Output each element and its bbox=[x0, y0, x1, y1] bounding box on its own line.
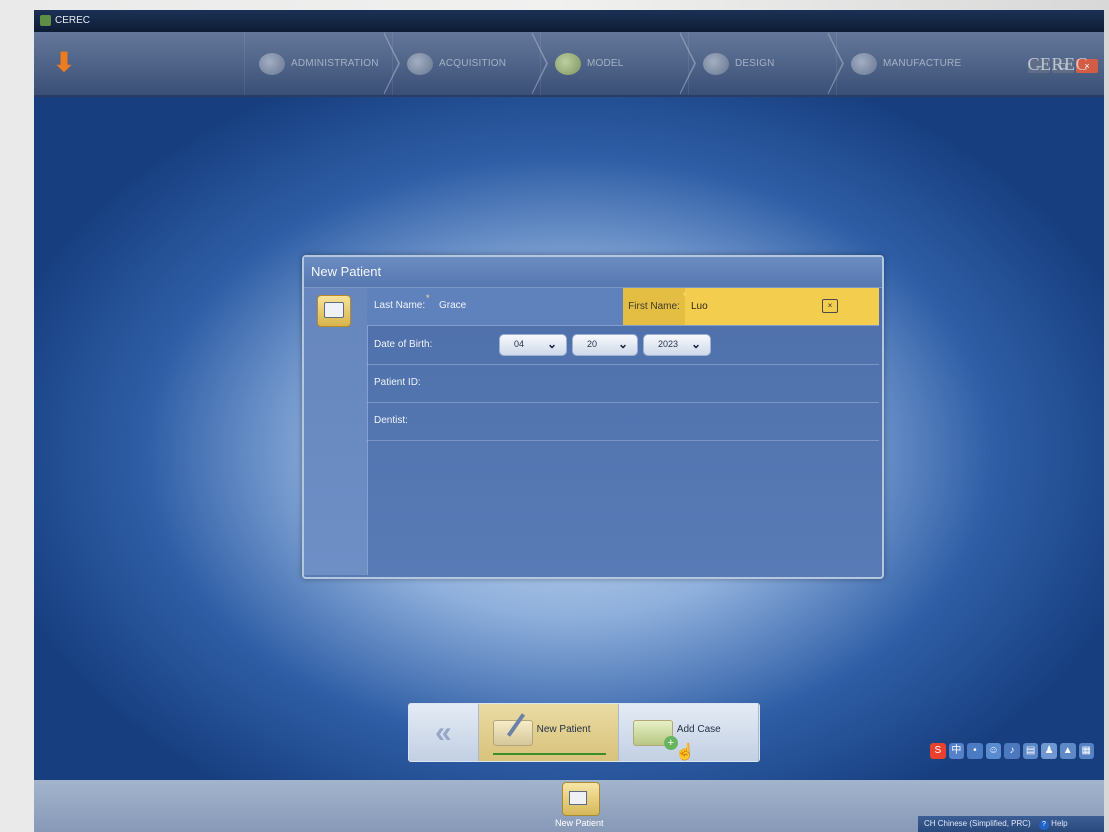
day-value: 20 bbox=[587, 339, 598, 349]
new-patient-icon bbox=[492, 720, 533, 746]
app-window: CEREC ⬇ ADMINISTRATION ACQUISITION MODEL bbox=[34, 10, 1104, 832]
help-icon[interactable]: ? bbox=[1038, 820, 1049, 830]
patient-card-icon bbox=[317, 295, 351, 327]
nav-step-design[interactable]: DESIGN bbox=[688, 32, 844, 95]
title-bar: CEREC bbox=[34, 10, 1104, 32]
administration-icon bbox=[259, 52, 285, 75]
dialog-sidebar bbox=[304, 288, 368, 575]
first-name-field-box[interactable]: First Name: * × bbox=[623, 288, 879, 325]
new-patient-label: New Patient bbox=[536, 724, 591, 735]
add-case-label: Add Case bbox=[676, 724, 721, 735]
acquisition-icon bbox=[407, 52, 433, 75]
clear-input-icon[interactable]: × bbox=[822, 299, 838, 313]
chinese-mode-icon[interactable]: 中 bbox=[948, 743, 965, 759]
dentist-label: Dentist: bbox=[374, 415, 408, 426]
toolbox-icon[interactable]: ▦ bbox=[1078, 743, 1095, 759]
back-button[interactable]: « bbox=[409, 704, 479, 761]
ime-toolbar: S 中 • ☺ ♪ ▤ ♟ ▲ ▦ bbox=[930, 742, 1095, 760]
date-of-birth-label: Date of Birth: bbox=[374, 339, 433, 350]
action-bar: « New Patient Add Case bbox=[408, 703, 760, 762]
nav-step-label: ADMINISTRATION bbox=[291, 58, 379, 69]
date-of-birth-row: Date of Birth: 04 ⌄ 20 ⌄ 2023 ⌄ bbox=[367, 327, 879, 365]
skin-icon[interactable]: ▲ bbox=[1059, 743, 1076, 759]
month-select[interactable]: 04 ⌄ bbox=[499, 334, 567, 356]
required-asterisk: * bbox=[426, 293, 430, 303]
keyboard-icon[interactable]: ▤ bbox=[1022, 743, 1039, 759]
dialog-title: New Patient bbox=[304, 257, 882, 288]
new-patient-dialog: New Patient Last Name: * Grace First Nam… bbox=[302, 255, 884, 579]
hand-cursor-icon: ☝ bbox=[675, 744, 695, 761]
chevron-down-icon: ⌄ bbox=[617, 337, 629, 351]
last-name-label: Last Name: bbox=[374, 300, 426, 311]
sogou-icon[interactable]: S bbox=[930, 743, 946, 759]
nav-step-label: DESIGN bbox=[735, 58, 775, 69]
app-icon bbox=[40, 15, 51, 26]
chevron-down-icon: ⌄ bbox=[690, 337, 702, 351]
emoji-icon[interactable]: ☺ bbox=[985, 743, 1002, 759]
year-select[interactable]: 2023 ⌄ bbox=[643, 334, 711, 356]
bottom-new-patient-label: New Patient bbox=[555, 818, 604, 828]
active-underline bbox=[492, 753, 606, 755]
new-patient-icon[interactable] bbox=[562, 782, 600, 816]
first-name-input[interactable] bbox=[689, 297, 813, 315]
name-row: Last Name: * Grace First Name: * × bbox=[367, 288, 879, 326]
user-icon[interactable]: ♟ bbox=[1041, 743, 1057, 759]
add-case-icon bbox=[632, 720, 678, 750]
brand-logo: CEREC bbox=[1027, 54, 1088, 74]
dentist-row[interactable]: Dentist: bbox=[367, 403, 879, 441]
new-patient-button[interactable]: New Patient bbox=[478, 704, 619, 761]
required-asterisk: * bbox=[683, 291, 687, 301]
nav-step-label: ACQUISITION bbox=[439, 58, 507, 69]
nav-step-administration[interactable]: ADMINISTRATION bbox=[244, 32, 400, 95]
punctuation-icon[interactable]: • bbox=[967, 743, 983, 759]
help-label[interactable]: Help bbox=[1051, 819, 1067, 828]
model-icon bbox=[555, 52, 581, 75]
workflow-nav: ⬇ ADMINISTRATION ACQUISITION MODEL DESIG… bbox=[34, 32, 1104, 97]
nav-step-label: MODEL bbox=[587, 58, 624, 69]
down-arrow-icon[interactable]: ⬇ bbox=[44, 42, 84, 82]
chevron-down-icon: ⌄ bbox=[546, 337, 558, 351]
nav-step-manufacture[interactable]: MANUFACTURE bbox=[836, 32, 984, 95]
month-value: 04 bbox=[514, 339, 525, 349]
day-select[interactable]: 20 ⌄ bbox=[572, 334, 638, 356]
dialog-body: Last Name: * Grace First Name: * × Date … bbox=[304, 288, 882, 575]
manufacture-icon bbox=[851, 52, 877, 75]
nav-step-label: MANUFACTURE bbox=[883, 58, 962, 69]
window-title: CEREC bbox=[55, 15, 91, 26]
nav-step-model[interactable]: MODEL bbox=[540, 32, 696, 95]
workflow-steps: ADMINISTRATION ACQUISITION MODEL DESIGN bbox=[244, 32, 984, 95]
language-label[interactable]: CH Chinese (Simplified, PRC) bbox=[924, 819, 1031, 828]
design-icon bbox=[703, 52, 729, 75]
language-tray: CH Chinese (Simplified, PRC) ? Help bbox=[918, 816, 1104, 832]
year-value: 2023 bbox=[658, 339, 679, 349]
first-name-label: First Name: bbox=[623, 288, 685, 325]
microphone-icon[interactable]: ♪ bbox=[1004, 743, 1020, 759]
last-name-field[interactable]: Grace bbox=[439, 300, 466, 311]
nav-step-acquisition[interactable]: ACQUISITION bbox=[392, 32, 548, 95]
patient-id-label: Patient ID: bbox=[374, 377, 421, 388]
patient-id-row[interactable]: Patient ID: bbox=[367, 365, 879, 403]
